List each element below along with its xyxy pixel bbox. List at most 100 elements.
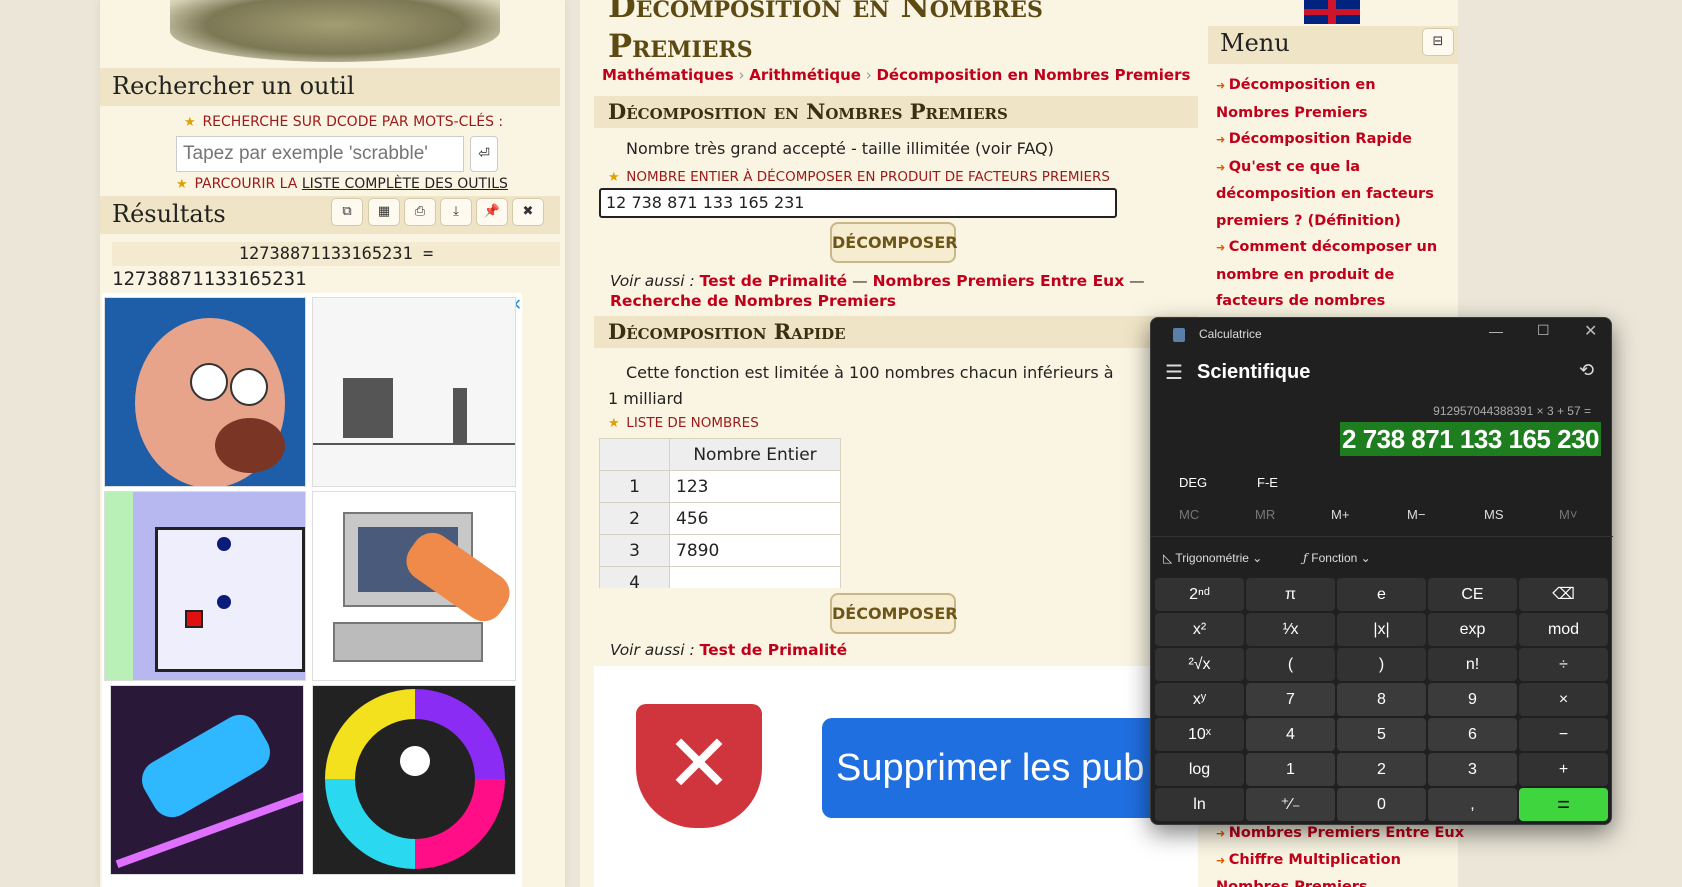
menu-item[interactable]: ➜ Qu'est ce que la décomposition en fact… [1216,154,1450,235]
menu-item[interactable]: ➜ Chiffre Multiplication [1216,847,1456,874]
search-submit-button[interactable]: ⏎ [470,136,498,172]
breadcrumb-link[interactable]: Mathématiques [602,66,734,84]
key-2[interactable]: 2 [1337,753,1426,786]
menu-list: ➜ Décomposition en Nombres Premiers ➜ Dé… [1216,72,1450,341]
key-4[interactable]: 4 [1246,718,1335,751]
memory-clear[interactable]: MC [1179,507,1199,522]
key-backspace[interactable]: ⌫ [1519,578,1608,611]
decompose-button[interactable]: DÉCOMPOSER [830,222,958,263]
key-plus[interactable]: + [1519,753,1608,786]
key-reciprocal[interactable]: ¹⁄x [1246,613,1335,646]
key-8[interactable]: 8 [1337,683,1426,716]
maximize-button[interactable]: ☐ [1537,322,1550,339]
key-ten-power[interactable]: 10ˣ [1155,718,1244,751]
key-open-paren[interactable]: ( [1246,648,1335,681]
ad-tile-color-switch[interactable] [312,685,516,875]
ad-tile-face[interactable] [104,297,306,487]
memory-list[interactable]: M˅ [1559,507,1577,522]
key-negate[interactable]: ⁺∕₋ [1246,788,1335,821]
function-menu[interactable]: ƒ Fonction ⌄ [1303,551,1371,565]
english-flag-icon[interactable] [1304,0,1360,24]
key-5[interactable]: 5 [1337,718,1426,751]
key-multiply[interactable]: × [1519,683,1608,716]
result-display: 2 738 871 133 165 230 [1340,422,1601,456]
search-input[interactable] [176,136,464,172]
print-icon[interactable]: ⎙ [404,198,436,226]
key-pi[interactable]: π [1246,578,1335,611]
key-close-paren[interactable]: ) [1337,648,1426,681]
close-button[interactable]: ✕ [1584,321,1597,341]
key-1[interactable]: 1 [1246,753,1335,786]
download-icon[interactable]: ⤓ [440,198,472,226]
memory-subtract[interactable]: M− [1407,507,1425,522]
see-also-link[interactable]: Test de Primalité [700,641,848,659]
key-abs[interactable]: |x| [1337,613,1426,646]
export-icon[interactable]: ▦ [368,198,400,226]
breadcrumb-link[interactable]: Décomposition en Nombres Premiers [876,66,1190,84]
browse-tools-link[interactable]: liste complète des outils [302,176,508,192]
table-row[interactable]: 3 7890 [599,534,841,567]
see-also-link[interactable]: Nombres Premiers Entre Eux [873,272,1125,290]
menu-item[interactable]: Nombres Premiers [1216,874,1456,887]
numbers-table-wrap[interactable]: Nombre Entier 1 123 2 456 3 7890 4 [599,438,841,588]
remove-ads-button[interactable]: Supprimer les pub [822,718,1198,818]
decompose-quick-button[interactable]: DÉCOMPOSER [830,593,958,634]
ad-grid[interactable]: ▷✕ [102,293,522,887]
table-cell[interactable] [669,566,841,588]
minimize-button[interactable]: — [1489,323,1503,339]
key-0[interactable]: 0 [1337,788,1426,821]
table-cell[interactable]: 456 [669,502,841,535]
key-7[interactable]: 7 [1246,683,1335,716]
section-quick-header: Décomposition Rapide [594,316,1198,348]
table-cell[interactable]: 123 [669,470,841,503]
fe-button[interactable]: F-E [1257,475,1278,490]
breadcrumb: Mathématiques › Arithmétique › Décomposi… [602,66,1191,84]
key-equals[interactable]: = [1519,788,1608,821]
key-2nd[interactable]: 2ⁿᵈ [1155,578,1244,611]
table-row[interactable]: 1 123 [599,470,841,503]
number-input[interactable]: 12 738 871 133 165 231 [599,188,1117,218]
key-exp[interactable]: exp [1428,613,1517,646]
menu-item[interactable]: ➜ Décomposition en Nombres Premiers [1216,72,1450,126]
key-sqrt[interactable]: ²√x [1155,648,1244,681]
key-factorial[interactable]: n! [1428,648,1517,681]
key-3[interactable]: 3 [1428,753,1517,786]
key-divide[interactable]: ÷ [1519,648,1608,681]
pin-icon[interactable]: 📌 [476,198,508,226]
breadcrumb-link[interactable]: Arithmétique [749,66,861,84]
memory-recall[interactable]: MR [1255,507,1275,522]
menu-toggle-icon[interactable]: ⊟ [1422,28,1454,56]
close-icon[interactable]: ✖ [512,198,544,226]
memory-add[interactable]: M+ [1331,507,1349,522]
deg-button[interactable]: DEG [1179,475,1207,490]
key-9[interactable]: 9 [1428,683,1517,716]
table-row[interactable]: 4 [599,566,841,588]
ad-tile-computer[interactable] [312,491,516,681]
trigonometry-menu[interactable]: ◺ Trigonométrie ⌄ [1163,551,1262,565]
key-mod[interactable]: mod [1519,613,1608,646]
key-decimal[interactable]: , [1428,788,1517,821]
table-cell[interactable]: 7890 [669,534,841,567]
memory-store[interactable]: MS [1484,507,1504,522]
see-also-link[interactable]: Test de Primalité [700,272,848,290]
menu-item[interactable]: ➜ Décomposition Rapide [1216,126,1450,154]
key-minus[interactable]: − [1519,718,1608,751]
ad-tile-dino[interactable] [312,297,516,487]
key-e[interactable]: e [1337,578,1426,611]
hamburger-icon[interactable]: ☰ [1165,360,1183,385]
see-also-link[interactable]: Recherche de Nombres Premiers [610,292,896,310]
history-icon[interactable]: ⟲ [1579,360,1594,381]
key-6[interactable]: 6 [1428,718,1517,751]
ad-tile-maze[interactable] [104,491,306,681]
ad-banner[interactable]: ✕ Supprimer les pub [594,666,1198,887]
key-ln[interactable]: ln [1155,788,1244,821]
table-row[interactable]: 2 456 [599,502,841,535]
table-header-row: Nombre Entier [599,438,841,471]
ad-tile-neon[interactable] [110,685,304,875]
key-power[interactable]: xʸ [1155,683,1244,716]
key-square[interactable]: x² [1155,613,1244,646]
key-log[interactable]: log [1155,753,1244,786]
shield-icon: ✕ [636,704,762,828]
copy-icon[interactable]: ⧉ [331,198,363,226]
key-ce[interactable]: CE [1428,578,1517,611]
